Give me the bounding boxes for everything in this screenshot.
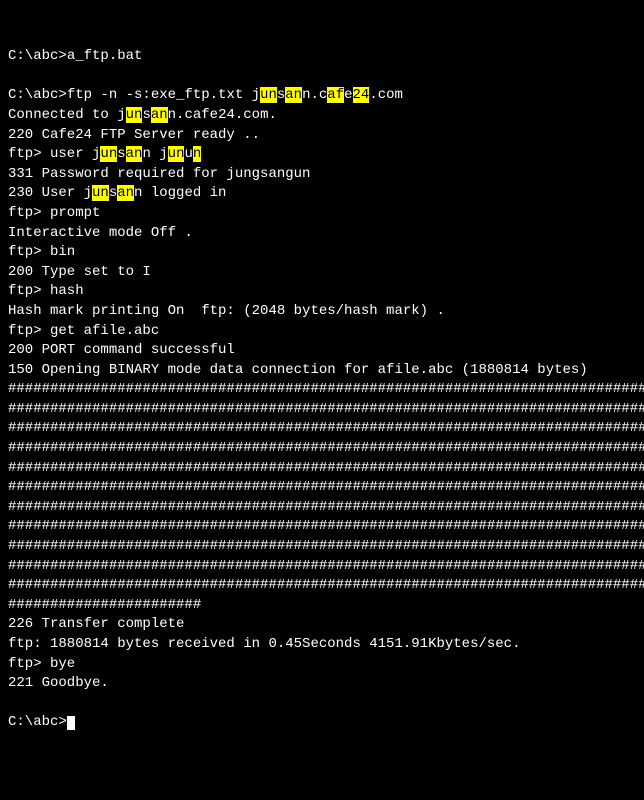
line: .com (369, 87, 403, 103)
hash-line: ########################################… (8, 558, 644, 574)
hash-line: ########################################… (8, 440, 644, 456)
line: 200 Type set to I (8, 264, 151, 280)
line: s (109, 185, 117, 201)
redacted: an (151, 107, 168, 123)
line: u (184, 146, 192, 162)
hash-line: ########################################… (8, 499, 644, 515)
line: s (277, 87, 285, 103)
line: ftp -n -s:exe_ftp.txt j (67, 87, 260, 103)
line: ftp: 1880814 bytes received in 0.45Secon… (8, 636, 520, 652)
hash-line: ########################################… (8, 479, 644, 495)
redacted: af (327, 87, 344, 103)
hash-line: ########################################… (8, 577, 644, 593)
prompt[interactable]: C:\abc> (8, 714, 67, 730)
line: n logged in (134, 185, 226, 201)
line: Interactive mode Off . (8, 225, 193, 241)
prompt: C:\abc> (8, 48, 67, 64)
line: ftp> get afile.abc (8, 323, 159, 339)
line: Hash mark printing On ftp: (2048 bytes/h… (8, 303, 445, 319)
hash-line: ####################### (8, 597, 201, 613)
line: n.cafe24.com. (168, 107, 277, 123)
hash-line: ########################################… (8, 538, 644, 554)
line: n j (142, 146, 167, 162)
line: 230 User j (8, 185, 92, 201)
line: ftp> prompt (8, 205, 100, 221)
line: ftp> hash (8, 283, 84, 299)
prompt: C:\abc> (8, 87, 67, 103)
line: 331 Password required for jungsangun (8, 166, 310, 182)
redacted: un (260, 87, 277, 103)
line: s (117, 146, 125, 162)
redacted: un (168, 146, 185, 162)
terminal-output: C:\abc>a_ftp.bat C:\abc>ftp -n -s:exe_ft… (8, 47, 636, 733)
line: 221 Goodbye. (8, 675, 109, 691)
redacted: un (92, 185, 109, 201)
line: 226 Transfer complete (8, 616, 184, 632)
cmd: a_ftp.bat (67, 48, 143, 64)
hash-line: ########################################… (8, 401, 644, 417)
line: ftp> bin (8, 244, 75, 260)
line: ftp> bye (8, 656, 75, 672)
line: s (142, 107, 150, 123)
redacted: an (285, 87, 302, 103)
hash-line: ########################################… (8, 381, 644, 397)
redacted: n (193, 146, 201, 162)
redacted: un (100, 146, 117, 162)
line: 220 Cafe24 FTP Server ready .. (8, 127, 260, 143)
redacted: an (117, 185, 134, 201)
hash-line: ########################################… (8, 420, 644, 436)
hash-line: ########################################… (8, 460, 644, 476)
line: 150 Opening BINARY mode data connection … (8, 362, 588, 378)
line: Connected to j (8, 107, 126, 123)
line: 200 PORT command successful (8, 342, 235, 358)
redacted: an (126, 146, 143, 162)
line: n.c (302, 87, 327, 103)
redacted: un (126, 107, 143, 123)
redacted: 24 (353, 87, 370, 103)
line: ftp> user j (8, 146, 100, 162)
hash-line: ########################################… (8, 518, 644, 534)
cursor-icon (67, 716, 75, 730)
line: e (344, 87, 352, 103)
